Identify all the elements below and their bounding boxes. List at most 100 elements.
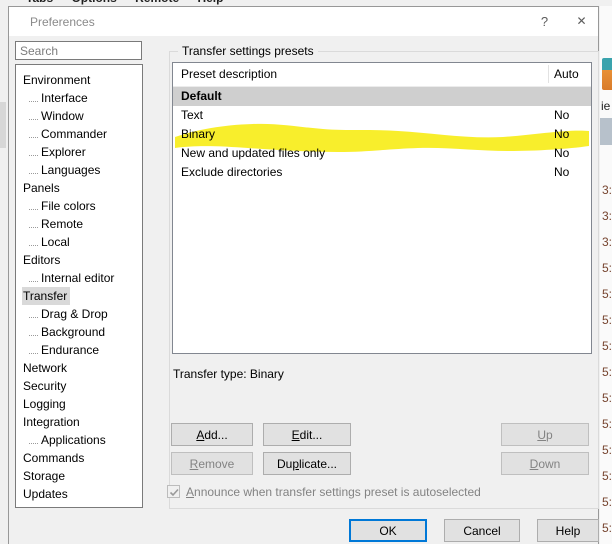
tree-item-label: Security — [22, 377, 69, 395]
remove-button: Remove — [171, 452, 253, 475]
tree-item-remote[interactable]: Remote — [16, 215, 142, 233]
tree-item-label: Editors — [22, 251, 63, 269]
tree-connector — [29, 330, 38, 336]
column-divider — [548, 65, 549, 83]
preset-row-exclude-directories[interactable]: Exclude directoriesNo — [173, 163, 591, 182]
tree-item-drag-drop[interactable]: Drag & Drop — [16, 305, 142, 323]
cancel-button[interactable]: Cancel — [444, 519, 520, 542]
preset-row-text[interactable]: Text No — [173, 106, 591, 125]
background-time-fragment: 5: — [602, 391, 612, 405]
preset-list-header[interactable]: Preset description Auto — [173, 63, 591, 87]
tree-item-label: Transfer — [22, 287, 70, 305]
background-time-fragment: 5: — [602, 339, 612, 353]
tree-connector — [29, 204, 38, 210]
preset-description: Default — [181, 87, 222, 106]
preset-auto-value: No — [554, 125, 569, 144]
tree-item-label: Updates — [22, 485, 71, 503]
dialog-title: Preferences — [30, 15, 95, 29]
tree-item-network[interactable]: Network — [16, 359, 142, 377]
tree-item-label: Remote — [40, 215, 86, 233]
tree-item-logging[interactable]: Logging — [16, 395, 142, 413]
tree-item-endurance[interactable]: Endurance — [16, 341, 142, 359]
tree-connector — [29, 150, 38, 156]
help-titlebar-button[interactable]: ? — [528, 7, 561, 36]
announce-checkbox-row: Announce when transfer settings preset i… — [167, 485, 481, 501]
help-button[interactable]: Help — [537, 519, 599, 542]
announce-checkbox-label: Announce when transfer settings preset i… — [186, 485, 481, 499]
tree-item-panels[interactable]: Panels — [16, 179, 142, 197]
tree-item-label: Drag & Drop — [40, 305, 111, 323]
tree-item-local[interactable]: Local — [16, 233, 142, 251]
background-time-fragment: 5: — [602, 495, 612, 509]
column-header-auto[interactable]: Auto — [554, 67, 579, 81]
search-input[interactable] — [15, 41, 142, 60]
tree-item-label: File colors — [40, 197, 99, 215]
tree-item-label: Panels — [22, 179, 63, 197]
preset-description: New and updated files only — [181, 144, 325, 163]
tree-item-interface[interactable]: Interface — [16, 89, 142, 107]
background-time-fragment: 5: — [602, 287, 612, 301]
tree-item-label: Environment — [22, 71, 93, 89]
tree-item-background[interactable]: Background — [16, 323, 142, 341]
preset-row-binary[interactable]: BinaryNo — [173, 125, 591, 144]
category-tree: EnvironmentInterfaceWindowCommanderExplo… — [15, 64, 143, 508]
preset-list[interactable]: Preset description Auto DefaultTextNoBin… — [172, 62, 592, 354]
down-button: Down — [501, 452, 589, 475]
tree-item-commander[interactable]: Commander — [16, 125, 142, 143]
preset-auto-value: No — [554, 163, 569, 182]
background-time-fragment: 5: — [602, 521, 612, 535]
background-time-fragment: 5: — [602, 313, 612, 327]
tree-item-explorer[interactable]: Explorer — [16, 143, 142, 161]
background-time-fragment: 5: — [602, 261, 612, 275]
tree-item-storage[interactable]: Storage — [16, 467, 142, 485]
background-panel-header-fragment — [600, 118, 612, 145]
tree-connector — [29, 312, 38, 318]
tree-item-file-colors[interactable]: File colors — [16, 197, 142, 215]
add-button[interactable]: Add... — [171, 423, 253, 446]
tree-item-security[interactable]: Security — [16, 377, 142, 395]
background-menu-fragment: Tabs Options Remote Help — [26, 0, 223, 5]
column-header-preset-description[interactable]: Preset description — [181, 67, 277, 81]
background-time-fragment: 3: — [602, 235, 612, 249]
tree-item-applications[interactable]: Applications — [16, 431, 142, 449]
tree-item-commands[interactable]: Commands — [16, 449, 142, 467]
background-time-fragment: 3: — [602, 209, 612, 223]
tree-item-transfer[interactable]: Transfer — [16, 287, 142, 305]
preset-row-default[interactable]: Default — [173, 87, 591, 106]
tree-item-label: Internal editor — [40, 269, 117, 287]
tree-item-label: Network — [22, 359, 70, 377]
tree-connector — [29, 348, 38, 354]
background-right-sliver: ie 3:3:3:5:5:5:5:5:5:5:5:5:5:5: — [600, 6, 612, 544]
background-toolbar-icon-fragment — [602, 58, 612, 90]
transfer-type-label: Transfer type: Binary — [173, 367, 284, 381]
tree-item-editors[interactable]: Editors — [16, 251, 142, 269]
tree-item-label: Background — [40, 323, 108, 341]
tree-item-integration[interactable]: Integration — [16, 413, 142, 431]
duplicate-button[interactable]: Duplicate... — [263, 452, 351, 475]
tree-item-internal-editor[interactable]: Internal editor — [16, 269, 142, 287]
ok-button[interactable]: OK — [349, 519, 427, 542]
preset-description: Text — [181, 106, 203, 125]
tree-item-label: Endurance — [40, 341, 102, 359]
tree-item-label: Local — [40, 233, 73, 251]
tree-item-updates[interactable]: Updates — [16, 485, 142, 503]
tree-item-languages[interactable]: Languages — [16, 161, 142, 179]
tree-connector — [29, 132, 38, 138]
edit-button[interactable]: Edit... — [263, 423, 351, 446]
background-scrollbar-fragment — [0, 102, 6, 148]
preset-row-new-and-updated-files-only[interactable]: New and updated files only No — [173, 144, 591, 163]
background-word-fragment: ie — [601, 99, 610, 113]
up-button: Up — [501, 423, 589, 446]
close-icon[interactable]: ✕ — [565, 7, 598, 36]
tree-item-label: Interface — [40, 89, 91, 107]
preset-auto-value: No — [554, 144, 569, 163]
preset-table-body: DefaultTextNoBinaryNoNew and updated fil… — [173, 87, 591, 182]
tree-item-environment[interactable]: Environment — [16, 71, 142, 89]
tree-item-label: Storage — [22, 467, 68, 485]
tree-item-window[interactable]: Window — [16, 107, 142, 125]
tree-item-label: Window — [40, 107, 87, 125]
checkbox-checked-disabled-icon — [167, 485, 180, 498]
tree-item-label: Integration — [22, 413, 83, 431]
background-time-fragment: 5: — [602, 365, 612, 379]
preset-auto-value: No — [554, 106, 569, 125]
